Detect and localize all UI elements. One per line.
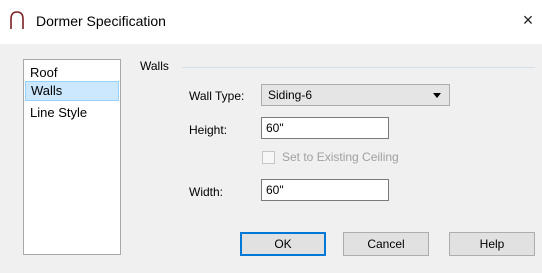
title-bar: Dormer Specification ×	[0, 0, 542, 44]
chevron-down-icon	[433, 93, 441, 98]
wall-type-dropdown[interactable]: Siding-6	[261, 84, 450, 106]
dormer-arc-icon	[10, 11, 24, 29]
height-field[interactable]	[261, 117, 389, 139]
ok-button[interactable]: OK	[240, 232, 326, 256]
width-field[interactable]	[261, 179, 389, 201]
category-list[interactable]: Roof Walls Line Style	[23, 59, 121, 255]
sidebar-item-walls[interactable]: Walls	[25, 81, 119, 101]
width-label: Width:	[189, 185, 224, 199]
close-icon[interactable]: ×	[516, 8, 540, 32]
sidebar-item-line-style[interactable]: Line Style	[25, 103, 119, 123]
wall-type-value: Siding-6	[268, 88, 313, 102]
group-divider	[182, 67, 535, 68]
height-label: Height:	[189, 123, 228, 137]
set-to-existing-ceiling-label: Set to Existing Ceiling	[282, 150, 399, 164]
cancel-button[interactable]: Cancel	[343, 232, 429, 256]
set-to-existing-ceiling-checkbox[interactable]	[262, 151, 275, 164]
walls-group-label: Walls	[140, 59, 169, 73]
wall-type-label: Wall Type:	[189, 89, 245, 103]
sidebar-item-roof[interactable]: Roof	[25, 63, 119, 83]
window-title: Dormer Specification	[36, 13, 166, 29]
help-button[interactable]: Help	[449, 232, 535, 256]
